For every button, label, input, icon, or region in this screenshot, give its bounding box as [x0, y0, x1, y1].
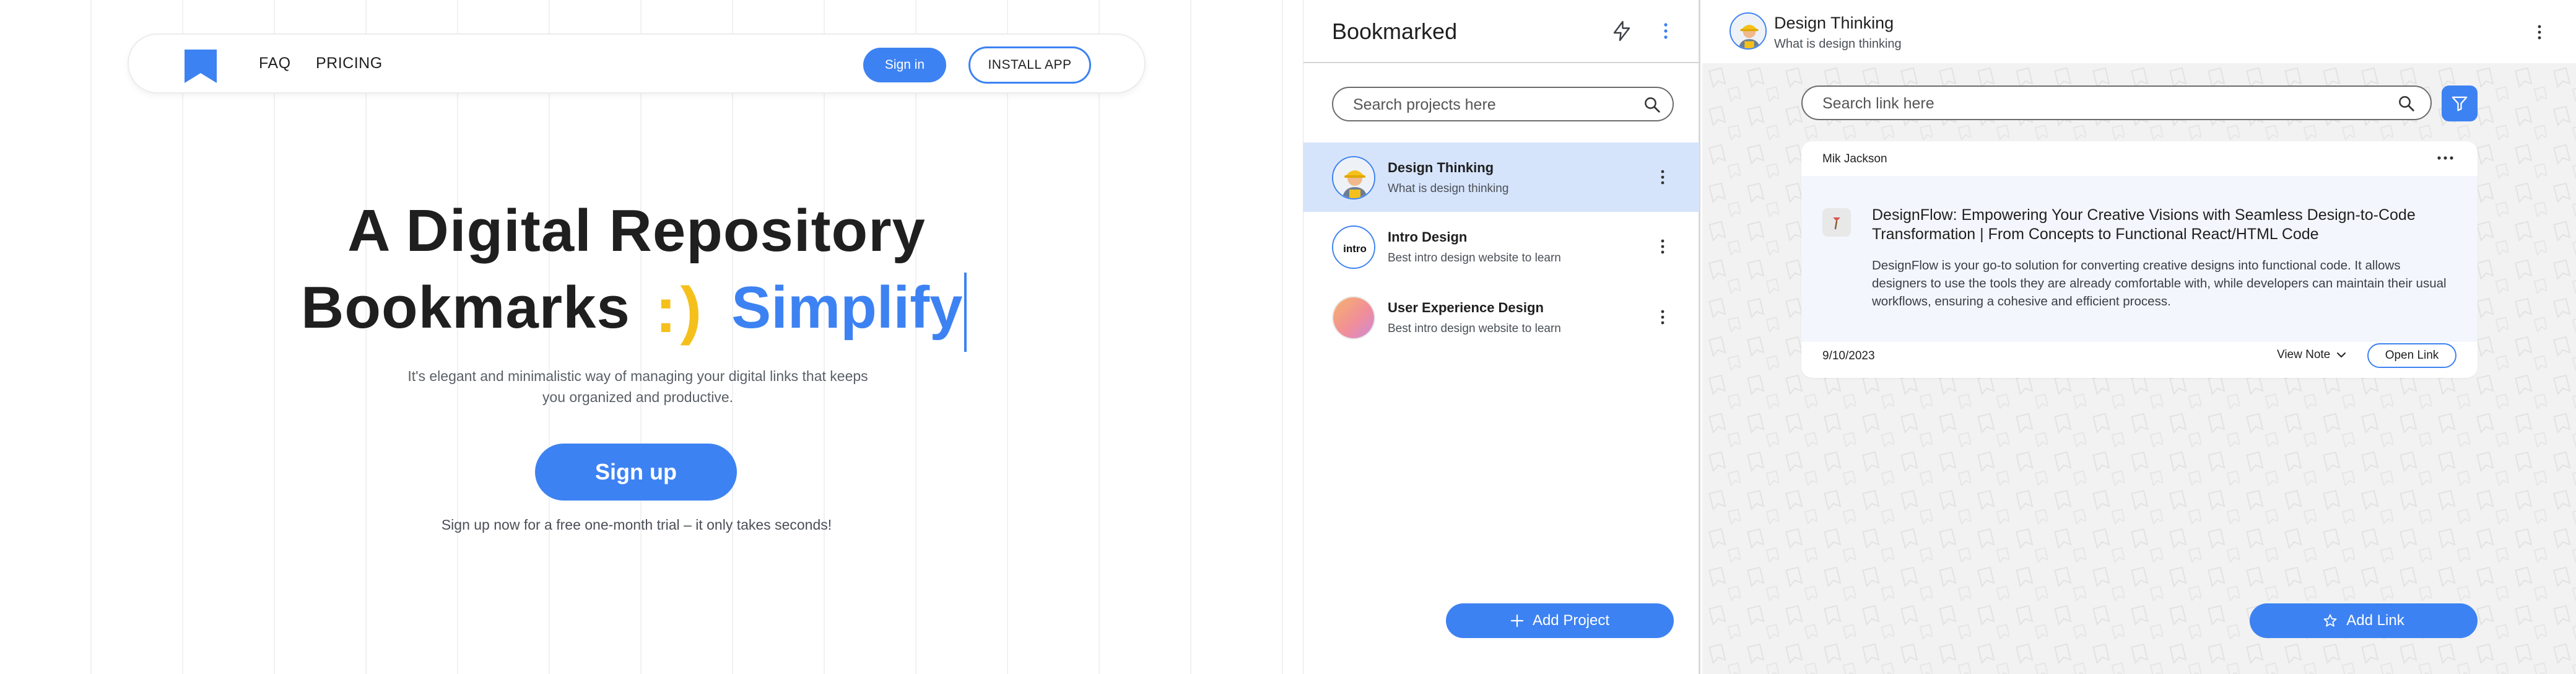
chevron-down-icon	[2337, 352, 2346, 357]
add-link-label: Add Link	[2346, 612, 2404, 629]
open-link-button[interactable]: Open Link	[2367, 343, 2456, 368]
current-project-title: Design Thinking	[1774, 14, 1894, 32]
add-project-button[interactable]: Add Project	[1446, 603, 1674, 638]
project-name: Intro Design	[1388, 229, 1468, 245]
project-name: User Experience Design	[1388, 300, 1544, 315]
hero-smiley: :)	[655, 274, 706, 346]
project-item-design-thinking[interactable]: Design Thinking What is design thinking	[1303, 142, 1699, 212]
more-vertical-icon[interactable]	[1656, 165, 1669, 190]
search-icon[interactable]	[1643, 95, 1661, 114]
hero-word-bookmarks: Bookmarks	[301, 274, 630, 341]
sign-in-button[interactable]: Sign in	[863, 48, 946, 82]
link-search-box	[1801, 85, 2432, 120]
link-search-input[interactable]	[1822, 94, 2380, 113]
project-item-user-experience-design[interactable]: User Experience Design Best intro design…	[1303, 282, 1699, 352]
add-link-button[interactable]: Add Link	[2250, 603, 2478, 638]
more-horizontal-icon[interactable]	[2434, 149, 2456, 167]
plus-icon	[1510, 614, 1524, 628]
worker-avatar-icon	[1332, 156, 1375, 199]
project-search-input[interactable]	[1353, 95, 1625, 114]
search-icon[interactable]	[2397, 94, 2416, 113]
link-date: 9/10/2023	[1822, 349, 1875, 362]
hero-description: It's elegant and minimalistic way of man…	[407, 368, 868, 405]
project-search-box	[1332, 87, 1674, 121]
add-project-label: Add Project	[1532, 612, 1610, 629]
install-app-button[interactable]: INSTALL APP	[968, 46, 1091, 84]
link-title[interactable]: DesignFlow: Empowering Your Creative Vis…	[1872, 206, 2454, 244]
view-note-label: View Note	[2277, 348, 2331, 361]
nav-link-pricing[interactable]: PRICING	[316, 55, 383, 72]
top-navbar: FAQ PRICING Sign in INSTALL APP	[128, 33, 1146, 94]
more-vertical-icon[interactable]	[1656, 305, 1669, 330]
intro-logo-icon: intro	[1332, 225, 1375, 269]
project-subtitle: Best intro design website to learn	[1388, 252, 1561, 265]
projects-title: Bookmarked	[1332, 19, 1458, 44]
gradient-avatar-icon	[1332, 296, 1375, 339]
view-note-dropdown[interactable]: View Note	[2277, 348, 2346, 362]
intro-logo-text: intro	[1343, 243, 1367, 255]
current-project-subtitle: What is design thinking	[1774, 37, 1902, 51]
link-card-body: DesignFlow: Empowering Your Creative Vis…	[1801, 176, 2478, 342]
filter-button[interactable]	[2442, 85, 2478, 121]
link-author: Mik Jackson	[1822, 152, 1887, 165]
worker-avatar-icon	[1730, 12, 1767, 50]
hero-word-simplify: Simplify	[731, 274, 963, 341]
hero-title-line2: Bookmarks:) Simplify	[301, 273, 967, 354]
link-description: DesignFlow is your go-to solution for co…	[1872, 258, 2447, 309]
favicon-icon	[1822, 208, 1851, 237]
project-subtitle: Best intro design website to learn	[1388, 322, 1561, 335]
bookmark-logo-icon[interactable]	[185, 50, 217, 83]
links-panel: Design Thinking What is design thinking …	[1702, 0, 2576, 674]
project-item-intro-design[interactable]: intro Intro Design Best intro design web…	[1303, 212, 1699, 281]
star-icon	[2323, 614, 2337, 627]
project-subtitle: What is design thinking	[1388, 182, 1509, 195]
more-vertical-icon[interactable]	[2533, 21, 2546, 43]
typing-caret	[964, 273, 967, 352]
projects-panel: Bookmarked Design Thinking What is desig…	[1303, 0, 1700, 674]
landing-page: FAQ PRICING Sign in INSTALL APP A Digita…	[0, 0, 1303, 674]
sign-up-button[interactable]: Sign up	[535, 444, 737, 501]
more-vertical-icon[interactable]	[1656, 234, 1669, 259]
link-card[interactable]: Mik Jackson DesignFlow: Empowering Your …	[1801, 141, 2478, 378]
more-vertical-icon[interactable]	[1656, 20, 1675, 42]
filter-icon	[2452, 96, 2468, 112]
project-name: Design Thinking	[1388, 160, 1494, 175]
projects-header: Bookmarked	[1303, 0, 1699, 63]
links-header: Design Thinking What is design thinking	[1702, 0, 2576, 63]
lightning-icon[interactable]	[1611, 20, 1633, 42]
hero-title-line1: A Digital Repository	[347, 198, 926, 264]
trial-note: Sign up now for a free one-month trial –…	[441, 517, 832, 533]
nav-link-faq[interactable]: FAQ	[259, 55, 291, 72]
